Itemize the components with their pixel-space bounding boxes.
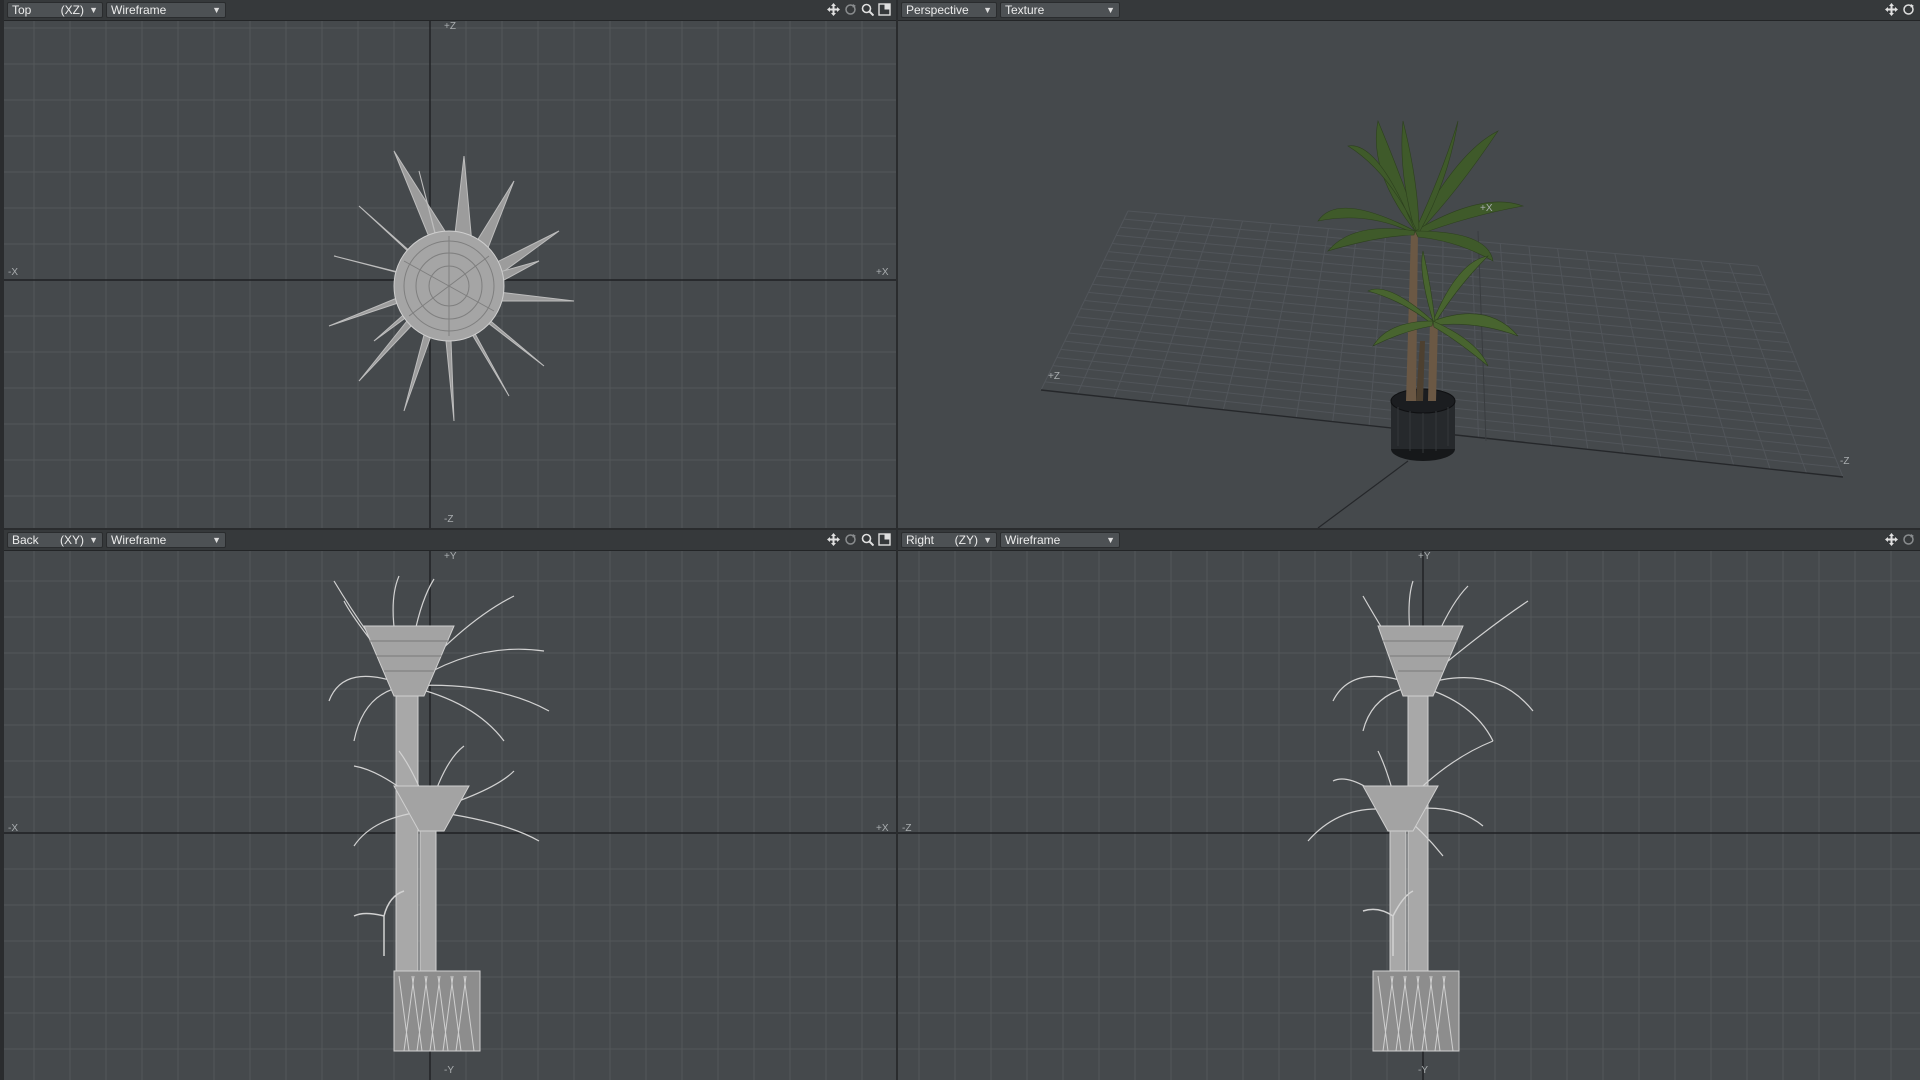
viewport-header: Perspective ▼ Texture ▼	[898, 0, 1920, 21]
axis-label-x: +X	[1480, 203, 1493, 214]
render-mode-select[interactable]: Wireframe ▼	[106, 2, 226, 18]
viewport-tools	[1884, 2, 1916, 17]
axis-label-down: -Z	[444, 514, 454, 525]
chevron-down-icon: ▼	[212, 535, 221, 545]
plant-wireframe-back	[328, 575, 550, 1052]
viewport-header: Back (XY) ▼ Wireframe ▼	[4, 530, 896, 551]
render-mode-label: Wireframe	[111, 3, 167, 17]
axis-label-left: -X	[8, 823, 18, 834]
render-mode-select[interactable]: Wireframe ▼	[1000, 532, 1120, 548]
move-view-icon[interactable]	[826, 2, 841, 17]
projection-label: (ZY)	[954, 533, 978, 547]
viewport-top[interactable]: Top (XZ) ▼ Wireframe ▼ +Z -Z -X +X	[4, 0, 896, 528]
rotate-view-icon[interactable]	[1901, 532, 1916, 547]
render-mode-label: Texture	[1005, 3, 1045, 17]
move-view-icon[interactable]	[1884, 532, 1899, 547]
zoom-view-icon[interactable]	[860, 532, 875, 547]
axis-label-right: +X	[876, 267, 889, 278]
projection-label: (XY)	[60, 533, 84, 547]
viewport-perspective[interactable]: Perspective ▼ Texture ▼ +X +Z -Z	[898, 0, 1920, 528]
viewport-canvas[interactable]: +Z -Z -X +X	[4, 21, 896, 528]
maximize-view-icon[interactable]	[877, 532, 892, 547]
axis-label-right: +X	[876, 823, 889, 834]
view-type-label: Top	[12, 3, 32, 17]
view-type-label: Right	[906, 533, 935, 547]
viewport-tools	[1884, 532, 1916, 547]
render-mode-label: Wireframe	[1005, 533, 1061, 547]
axis-label-left: -Z	[902, 823, 912, 834]
chevron-down-icon: ▼	[1106, 535, 1115, 545]
axis-label-up: +Y	[1418, 551, 1431, 562]
chevron-down-icon: ▼	[89, 5, 98, 15]
view-type-label: Perspective	[906, 3, 969, 17]
chevron-down-icon: ▼	[89, 535, 98, 545]
render-mode-label: Wireframe	[111, 533, 167, 547]
perspective-scene	[1040, 119, 1844, 528]
render-mode-select[interactable]: Texture ▼	[1000, 2, 1120, 18]
move-view-icon[interactable]	[826, 532, 841, 547]
viewport-right[interactable]: Right (ZY) ▼ Wireframe ▼ +Y -Y -Z	[898, 530, 1920, 1080]
plant-wireframe-right	[1307, 580, 1534, 1052]
viewport-header: Right (ZY) ▼ Wireframe ▼	[898, 530, 1920, 551]
render-mode-select[interactable]: Wireframe ▼	[106, 532, 226, 548]
viewport-back[interactable]: Back (XY) ▼ Wireframe ▼ +Y -Y -X +X	[4, 530, 896, 1080]
zoom-view-icon[interactable]	[860, 2, 875, 17]
move-view-icon[interactable]	[1884, 2, 1899, 17]
viewport-header: Top (XZ) ▼ Wireframe ▼	[4, 0, 896, 21]
view-type-select[interactable]: Perspective ▼	[901, 2, 997, 18]
axis-label-left: -X	[8, 267, 18, 278]
view-type-label: Back	[12, 533, 39, 547]
maximize-view-icon[interactable]	[877, 2, 892, 17]
chevron-down-icon: ▼	[1106, 5, 1115, 15]
rotate-view-icon[interactable]	[843, 2, 858, 17]
chevron-down-icon: ▼	[212, 5, 221, 15]
view-type-select[interactable]: Back (XY) ▼	[7, 532, 103, 548]
view-type-select[interactable]: Right (ZY) ▼	[901, 532, 997, 548]
axis-label-z-pos: +Z	[1048, 371, 1060, 382]
projection-label: (XZ)	[60, 3, 84, 17]
chevron-down-icon: ▼	[983, 5, 992, 15]
axis-label-up: +Y	[444, 551, 457, 562]
chevron-down-icon: ▼	[983, 535, 992, 545]
viewport-canvas[interactable]: +Y -Y -Z	[898, 551, 1920, 1080]
viewport-canvas[interactable]: +Y -Y -X +X	[4, 551, 896, 1080]
plant-wireframe-top	[328, 150, 575, 422]
viewport-tools	[826, 2, 892, 17]
axis-label-up: +Z	[444, 21, 456, 32]
viewport-canvas[interactable]: +X +Z -Z	[898, 21, 1920, 528]
axis-label-z-neg: -Z	[1840, 456, 1850, 467]
rotate-view-icon[interactable]	[1901, 2, 1916, 17]
viewport-tools	[826, 532, 892, 547]
view-type-select[interactable]: Top (XZ) ▼	[7, 2, 103, 18]
rotate-view-icon[interactable]	[843, 532, 858, 547]
